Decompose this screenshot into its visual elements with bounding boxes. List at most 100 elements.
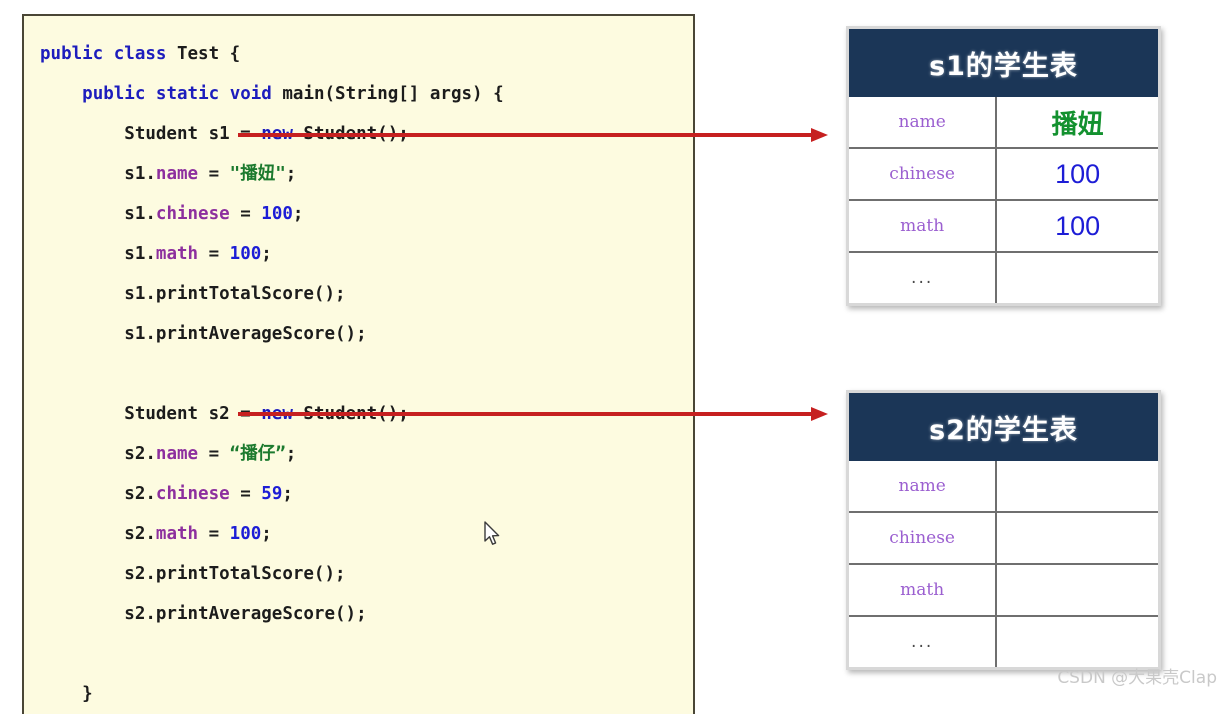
code-token: ; (285, 164, 297, 184)
code-token: new (261, 404, 293, 424)
code-line: s2.math = 100; (40, 514, 504, 554)
code-text: public class Test { public static void m… (40, 34, 504, 714)
code-line: s2.printAverageScore(); (40, 594, 504, 634)
code-line: Student s1 = new Student(); (40, 114, 504, 154)
code-token: “播仔” (229, 444, 286, 464)
field-name-cell: ... (849, 617, 998, 667)
table-row: chinese 100 (849, 149, 1158, 201)
code-token: ; (261, 244, 272, 264)
code-token: = (198, 244, 230, 264)
field-value-cell: 100 (1055, 210, 1101, 241)
code-line: s1.name = "播妞"; (40, 154, 504, 194)
table-row: math 100 (849, 201, 1158, 253)
field-value-cell (997, 617, 1158, 667)
code-line: s2.printTotalScore(); (40, 554, 504, 594)
code-line: s1.chinese = 100; (40, 194, 504, 234)
field-name-cell: chinese (849, 149, 998, 199)
field-value-cell (997, 253, 1158, 303)
table-body-s1: name 播妞 chinese 100 math 100... (849, 97, 1158, 303)
table-row: ... (849, 617, 1158, 667)
field-value-cell (997, 461, 1158, 511)
code-token: s1. (40, 244, 156, 264)
field-name-cell: chinese (849, 513, 998, 563)
table-row: ... (849, 253, 1158, 303)
field-name-cell: name (849, 97, 998, 147)
code-token: public (40, 44, 104, 64)
code-line: Student s2 = new Student(); (40, 394, 504, 434)
code-token: math (155, 524, 199, 544)
code-line: s1.printTotalScore(); (40, 274, 504, 314)
code-token: 100 (229, 244, 262, 264)
code-line: s2.name = “播仔”; (40, 434, 504, 474)
code-line: public class Test { (40, 34, 504, 74)
table-body-s2: name chinese math... (849, 461, 1158, 667)
code-token: name (155, 444, 199, 464)
table-row: chinese (849, 513, 1158, 565)
code-token: public (82, 84, 146, 104)
student-table-s1: s1的学生表 name 播妞 chinese 100 math 100... (846, 26, 1161, 306)
code-editor-panel: public class Test { public static void m… (22, 14, 695, 714)
code-token: class (113, 44, 167, 64)
field-value-cell (997, 513, 1158, 563)
code-token: s1.printAverageScore(); (40, 324, 367, 344)
code-token: 59 (261, 484, 283, 504)
code-token: chinese (155, 484, 230, 504)
field-name-cell: math (849, 565, 998, 615)
code-token: Test { (166, 44, 241, 64)
code-token: = (198, 164, 230, 184)
code-token: s2. (40, 524, 156, 544)
code-token: ; (292, 204, 304, 224)
code-token: = (229, 204, 262, 224)
student-table-s2: s2的学生表 name chinese math... (846, 390, 1161, 670)
code-line: s1.math = 100; (40, 234, 504, 274)
code-token: ; (285, 444, 297, 464)
code-token: s1. (40, 164, 156, 184)
table-row: name 播妞 (849, 97, 1158, 149)
code-token: = (198, 444, 230, 464)
code-token: 100 (229, 524, 262, 544)
code-token: Student(); (292, 404, 409, 424)
code-line: } (40, 674, 504, 714)
code-line: s2.chinese = 59; (40, 474, 504, 514)
code-token: s1. (40, 204, 156, 224)
code-token: = (198, 524, 230, 544)
table-title-s2: s2的学生表 (849, 393, 1158, 461)
arrow-head-icon (811, 128, 828, 142)
table-row: math (849, 565, 1158, 617)
field-value-cell: 播妞 (1051, 109, 1104, 140)
field-value-cell: 100 (1055, 158, 1101, 189)
code-token: = (229, 484, 262, 504)
code-token: s2.printTotalScore(); (40, 564, 346, 584)
code-token: } (40, 684, 93, 704)
code-line: s1.printAverageScore(); (40, 314, 504, 354)
watermark: CSDN @大果壳Clap (1057, 668, 1217, 688)
code-token: Student s1 = (40, 124, 262, 144)
code-token: Student s2 = (40, 404, 262, 424)
table-title-s1: s1的学生表 (849, 29, 1158, 97)
code-line: public static void main(String[] args) { (40, 74, 503, 114)
code-token: s2.printAverageScore(); (40, 604, 367, 624)
code-token: chinese (155, 204, 230, 224)
code-token: 100 (261, 204, 293, 224)
field-name-cell: name (849, 461, 998, 511)
code-token: name (155, 164, 199, 184)
code-token: s2. (40, 484, 156, 504)
code-token: math (155, 244, 199, 264)
code-token: ; (261, 524, 272, 544)
code-token: s2. (40, 444, 156, 464)
field-name-cell: ... (849, 253, 998, 303)
code-token: new (261, 124, 293, 144)
code-token: void (229, 84, 272, 104)
code-token: static (155, 84, 220, 104)
code-token: Student(); (292, 124, 409, 144)
code-token: "播妞" (229, 164, 286, 184)
code-token: s1.printTotalScore(); (40, 284, 346, 304)
arrow-head-icon (811, 407, 828, 421)
code-token: ; (282, 484, 293, 504)
